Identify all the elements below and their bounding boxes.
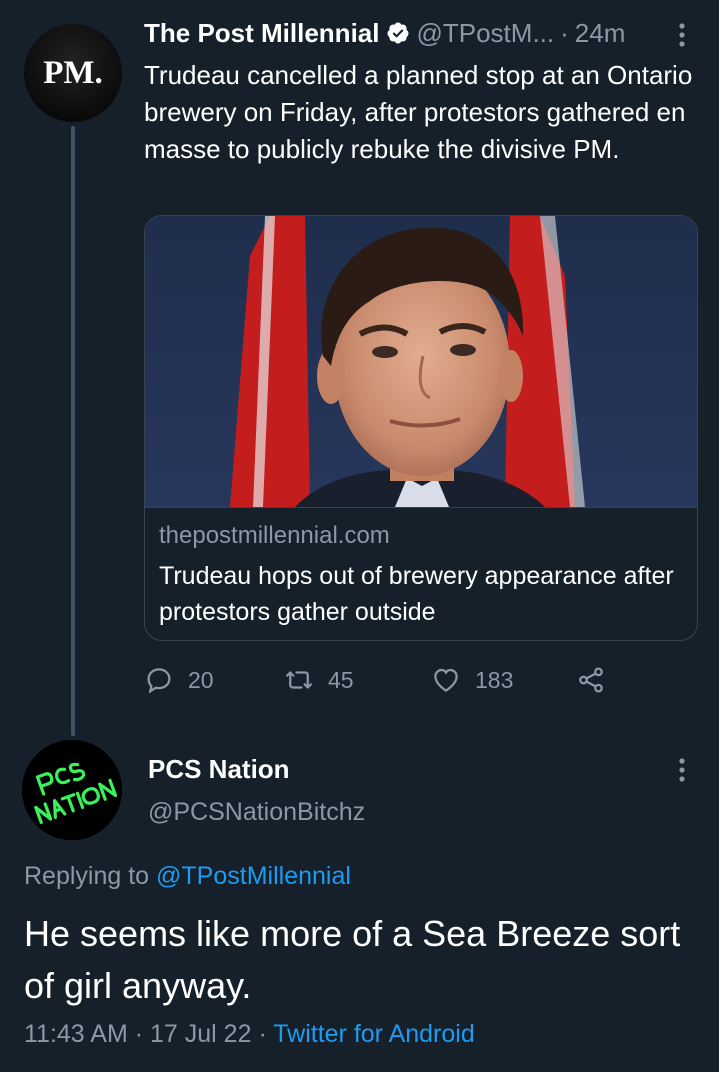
verified-badge-icon [387,22,409,44]
pcs-nation-logo-icon [22,740,122,840]
reply-tweet-text: He seems like more of a Sea Breeze sort … [24,913,681,1006]
card-divider [145,507,697,508]
reply-icon [147,668,171,694]
meta-separator-2: · [258,1020,267,1048]
retweet-button[interactable]: 45 [284,662,354,698]
reply-avatar[interactable] [22,740,122,840]
reply-handle[interactable]: @PCSNationBitchz [148,798,365,827]
replying-to-line: Replying to @TPostMillennial [24,862,351,891]
replying-to-label: Replying to [24,862,150,890]
share-button[interactable] [576,662,606,698]
tweet-metadata: 11:43 AM · 17 Jul 22 · Twitter for Andro… [24,1020,475,1049]
card-title: Trudeau hops out of brewery appearance a… [159,562,674,626]
tweet-date[interactable]: 17 Jul 22 [150,1020,251,1048]
thread-connector-line [71,126,75,736]
parent-timestamp[interactable]: 24m [575,18,626,49]
reply-button[interactable]: 20 [144,662,214,698]
link-preview-image [145,216,697,507]
like-count: 183 [475,666,514,693]
article-photo-icon [145,216,697,507]
replying-to-link[interactable]: @TPostMillennial [156,862,351,890]
reply-display-name[interactable]: PCS Nation [148,754,290,785]
parent-handle[interactable]: @TPostM... [416,18,554,49]
reply-more-options-icon[interactable] [676,757,688,783]
retweet-icon [286,671,312,689]
share-icon [579,667,603,693]
parent-display-name[interactable]: The Post Millennial [144,18,379,49]
reply-count: 20 [188,666,214,693]
more-options-icon[interactable] [676,22,688,48]
tweet-time[interactable]: 11:43 AM [24,1020,128,1048]
header-separator: · [560,17,569,48]
heart-icon [434,668,458,692]
meta-separator-1: · [134,1020,144,1048]
tweet-source[interactable]: Twitter for Android [273,1020,474,1048]
retweet-count: 45 [328,666,354,693]
link-preview-card[interactable]: thepostmillennial.com Trudeau hops out o… [144,215,698,641]
parent-avatar-logo: PM. [43,54,103,91]
parent-tweet-header: The Post Millennial @TPostM... · 24m [144,15,700,51]
like-button[interactable]: 183 [431,662,513,698]
parent-avatar[interactable]: PM. [24,24,122,122]
card-domain: thepostmillennial.com [159,522,390,549]
tweet-thread: PM. The Post Millennial @TPostM... · 24m… [0,0,719,1072]
parent-tweet-text: Trudeau cancelled a planned stop at an O… [144,60,693,164]
